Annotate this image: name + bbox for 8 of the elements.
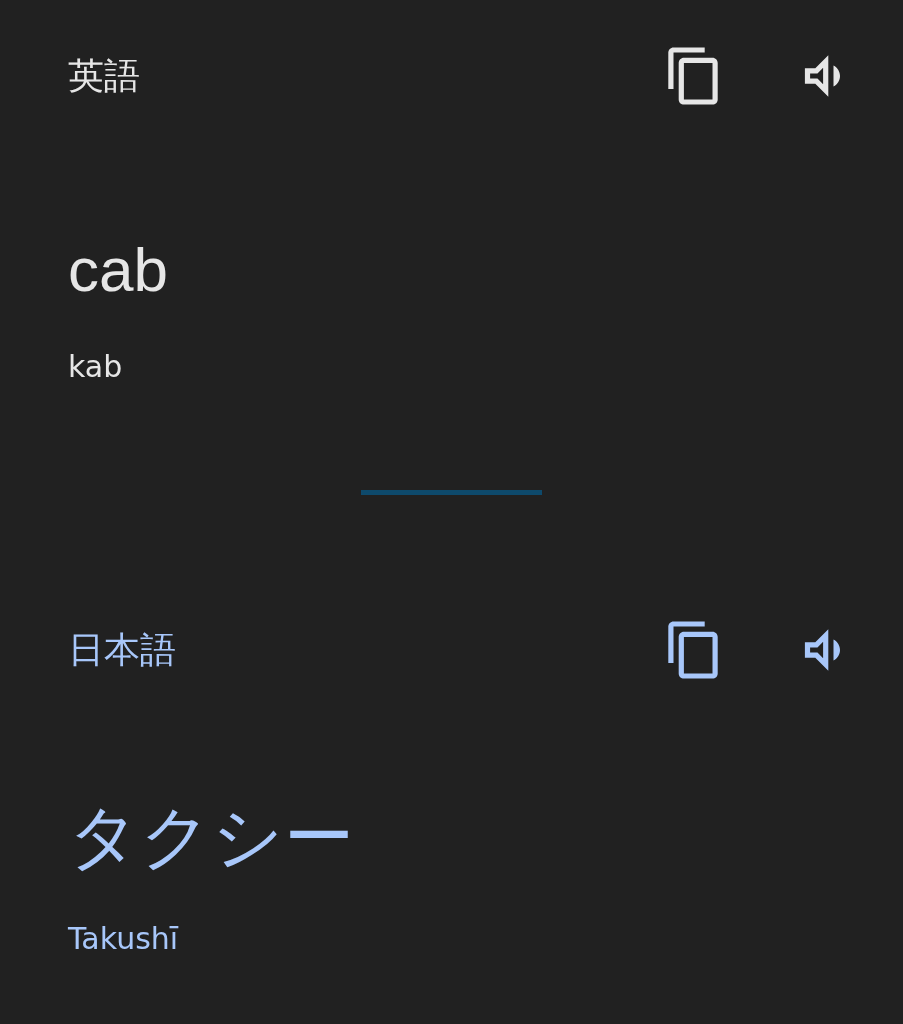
language-label: 日本語: [68, 629, 176, 671]
romanization-text: Takushī: [68, 920, 180, 958]
romanization-text: kab: [68, 348, 124, 386]
language-label: 英語: [68, 55, 140, 97]
translation-text: タクシー: [68, 795, 355, 880]
copy-icon[interactable]: [667, 46, 719, 106]
translation-text: cab: [68, 234, 169, 306]
copy-icon[interactable]: [667, 620, 719, 680]
